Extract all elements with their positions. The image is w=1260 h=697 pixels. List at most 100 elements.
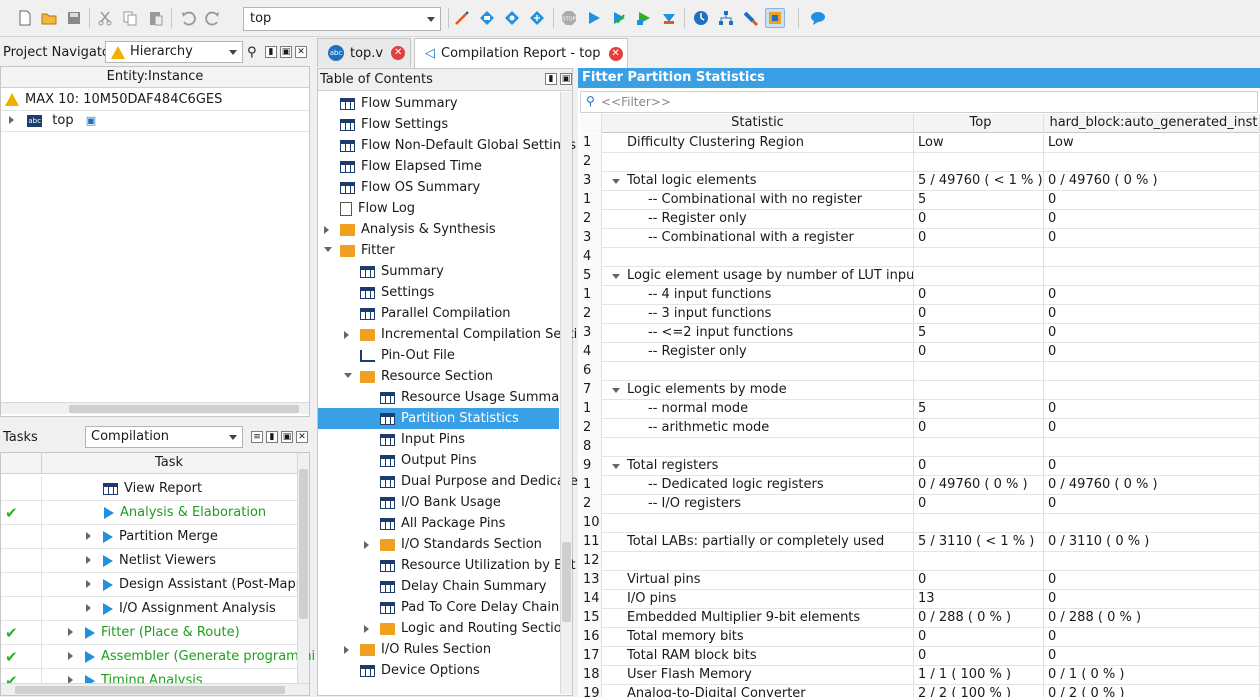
tab-compilation-report[interactable]: ◁ Compilation Report - top ✕ (414, 38, 628, 68)
table-row[interactable]: 9 Total registers 0 0 (580, 457, 1260, 476)
restore-icon[interactable]: ▣ (280, 46, 292, 58)
pin-planner-icon[interactable] (452, 8, 472, 28)
toc-item[interactable]: Resource Utilization by Ent (318, 555, 576, 576)
navigator-view-select[interactable]: Hierarchy (105, 41, 243, 63)
run-icon[interactable] (103, 530, 113, 543)
toc-item[interactable]: Partition Statistics (318, 408, 559, 429)
toc-item[interactable]: Flow Log (318, 198, 559, 219)
start-compilation-icon[interactable] (584, 8, 604, 28)
toc-item[interactable]: I/O Rules Section (318, 639, 559, 660)
toc-item[interactable]: Dual Purpose and Dedicate (318, 471, 578, 492)
run-icon[interactable] (85, 626, 95, 639)
table-row[interactable]: 8 (580, 438, 1260, 457)
toc-item[interactable]: Parallel Compilation (318, 303, 559, 324)
table-row[interactable]: 4 -- Register only 0 0 (580, 343, 1260, 362)
open-folder-icon[interactable] (39, 8, 59, 28)
task-column-header[interactable]: Task (1, 453, 297, 474)
close-tab-icon[interactable]: ✕ (391, 46, 406, 60)
table-row[interactable]: 6 (580, 362, 1260, 381)
table-row[interactable]: 18 User Flash Memory 1 / 1 ( 100 % ) 0 / 1 … (580, 666, 1260, 685)
toc-item[interactable]: Logic and Routing Section (318, 618, 570, 639)
expand-arrow-icon[interactable] (68, 652, 73, 660)
task-row[interactable]: ✔ Fitter (Place & Route) (1, 621, 297, 645)
report-table-icon[interactable] (103, 482, 118, 495)
expand-arrow-icon[interactable] (9, 116, 14, 124)
table-row[interactable]: 5 Logic element usage by number of LUT in… (580, 267, 1260, 286)
hard-block-column-header[interactable]: hard_block:auto_generated_inst (1044, 114, 1260, 133)
table-row[interactable]: 2 (580, 153, 1260, 172)
save-icon[interactable] (64, 8, 84, 28)
chip-planner-icon[interactable] (502, 8, 522, 28)
task-row[interactable]: Netlist Viewers (1, 549, 297, 573)
toc-item[interactable]: Flow Settings (318, 114, 559, 135)
assignment-editor-icon[interactable] (477, 8, 497, 28)
restore-icon[interactable]: ▣ (281, 431, 293, 443)
run-icon[interactable] (85, 650, 95, 663)
toc-item[interactable]: Flow Elapsed Time (318, 156, 559, 177)
table-row[interactable]: 17 Total RAM block bits 0 0 (580, 647, 1260, 666)
top-column-header[interactable]: Top (914, 114, 1044, 133)
netlist-icon[interactable] (527, 8, 547, 28)
collapse-arrow-icon[interactable] (612, 274, 620, 279)
table-row[interactable]: 1 Difficulty Clustering Region Low Low (580, 134, 1260, 153)
table-row[interactable]: 2 -- I/O registers 0 0 (580, 495, 1260, 514)
chat-bubble-icon[interactable] (808, 8, 828, 28)
copy-icon[interactable] (120, 8, 140, 28)
run-icon[interactable] (103, 602, 113, 615)
toc-item[interactable]: Delay Chain Summary (318, 576, 559, 597)
device-row[interactable]: MAX 10: 10M50DAF484C6GES (5, 89, 305, 110)
collapse-arrow-icon[interactable] (612, 388, 620, 393)
collapse-arrow-icon[interactable] (612, 179, 620, 184)
chip-view-icon[interactable] (765, 8, 785, 28)
table-row[interactable]: 2 -- 3 input functions 0 0 (580, 305, 1260, 324)
expand-arrow-icon[interactable] (86, 580, 91, 588)
start-fitter-icon[interactable] (634, 8, 654, 28)
toc-item[interactable]: Flow OS Summary (318, 177, 559, 198)
toc-item[interactable]: Settings (318, 282, 559, 303)
expand-arrow-icon[interactable] (86, 532, 91, 540)
run-icon[interactable] (104, 506, 114, 519)
stop-icon[interactable]: STOP (559, 8, 579, 28)
table-row[interactable]: 15 Embedded Multiplier 9-bit elements 0 / … (580, 609, 1260, 628)
flow-select[interactable]: Compilation (85, 426, 243, 448)
collapse-arrow-icon[interactable] (612, 464, 620, 469)
expand-arrow-icon[interactable] (344, 331, 349, 339)
tab-top-v[interactable]: abc top.v ✕ (317, 38, 411, 67)
tasks-horizontal-scrollbar[interactable] (1, 683, 309, 695)
tasks-vertical-scrollbar[interactable] (297, 453, 309, 683)
toc-item[interactable]: I/O Standards Section (318, 534, 559, 555)
run-icon[interactable] (103, 554, 113, 567)
toc-item[interactable]: Device Options (318, 660, 559, 681)
filter-input[interactable]: ⚲ <<Filter>> (580, 91, 1258, 113)
toc-item[interactable]: Incremental Compilation Secti (318, 324, 577, 345)
task-row[interactable]: Design Assistant (Post-Mappi (1, 573, 308, 597)
restore-icon[interactable]: ▣ (560, 73, 572, 85)
expand-arrow-icon[interactable] (324, 226, 329, 234)
expand-arrow-icon[interactable] (86, 556, 91, 564)
table-row[interactable]: 2 -- arithmetic mode 0 0 (580, 419, 1260, 438)
table-row[interactable]: 16 Total memory bits 0 0 (580, 628, 1260, 647)
hierarchy-select[interactable]: top (243, 7, 441, 31)
table-row[interactable]: 11 Total LABs: partially or completely us… (580, 533, 1260, 552)
toc-item[interactable]: Fitter (318, 240, 559, 261)
start-assembler-icon[interactable] (659, 8, 679, 28)
table-row[interactable]: 12 (580, 552, 1260, 571)
expand-arrow-icon[interactable] (344, 646, 349, 654)
pin-icon[interactable]: ▮ (266, 431, 278, 443)
timing-analyzer-icon[interactable] (691, 8, 711, 28)
toc-item[interactable]: Pad To Core Delay Chain F (318, 597, 571, 618)
task-row[interactable]: I/O Assignment Analysis (1, 597, 297, 621)
start-analysis-icon[interactable] (609, 8, 629, 28)
expand-arrow-icon[interactable] (364, 625, 369, 633)
toc-item[interactable]: All Package Pins (318, 513, 559, 534)
pin-icon[interactable]: ▮ (545, 73, 557, 85)
expand-arrow-icon[interactable] (324, 247, 332, 252)
table-row[interactable]: 3 -- Combinational with a register 0 0 (580, 229, 1260, 248)
table-row[interactable]: 3 Total logic elements 5 / 49760 ( < 1 % )… (580, 172, 1260, 191)
toc-item[interactable]: Flow Non-Default Global Settings (318, 135, 576, 156)
new-file-icon[interactable] (15, 8, 35, 28)
toc-item[interactable]: Input Pins (318, 429, 559, 450)
toc-item[interactable]: Pin-Out File (318, 345, 559, 366)
table-row[interactable]: 1 -- Dedicated logic registers 0 / 49760 (… (580, 476, 1260, 495)
expand-arrow-icon[interactable] (344, 373, 352, 378)
